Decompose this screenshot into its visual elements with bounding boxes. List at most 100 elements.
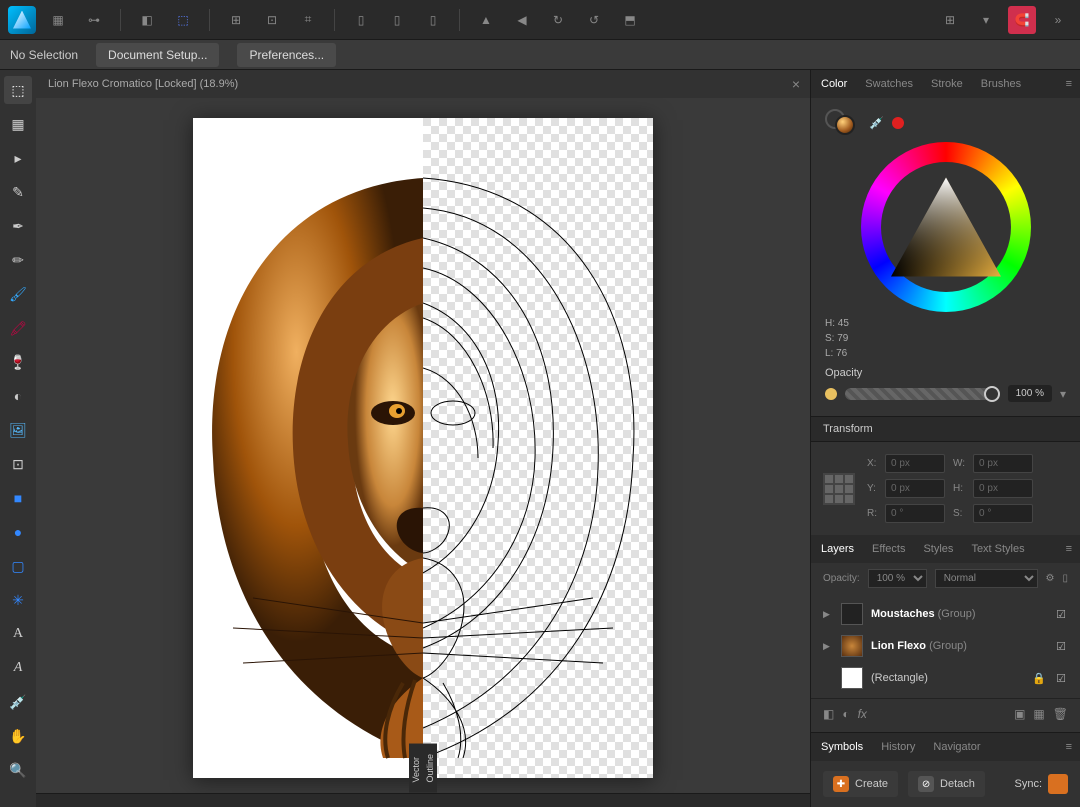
magnet-off-icon[interactable]: ▾ <box>972 6 1000 34</box>
rectangle-tool-icon[interactable]: ■ <box>4 484 32 512</box>
symbols-menu-icon[interactable]: ≡ <box>1066 741 1072 753</box>
opacity-value[interactable]: 100 % <box>1008 385 1052 402</box>
mask-icon[interactable]: ◧ <box>823 707 834 721</box>
move-tool-icon[interactable]: ⬚ <box>4 76 32 104</box>
persona-designer-icon[interactable]: ▦ <box>44 6 72 34</box>
corner-tool-icon[interactable]: ✎ <box>4 178 32 206</box>
flip-h-icon[interactable]: ▲ <box>472 6 500 34</box>
layer-row[interactable]: ▶Moustaches (Group)☑ <box>819 598 1072 630</box>
arrange-icon[interactable]: ⬒ <box>616 6 644 34</box>
brush-tool-icon[interactable]: 🖌 <box>4 280 32 308</box>
y-field[interactable] <box>885 479 945 498</box>
layer-opacity-select[interactable]: 100 % <box>868 569 927 588</box>
x-field[interactable] <box>885 454 945 473</box>
star-tool-icon[interactable]: ✳ <box>4 586 32 614</box>
anchor-selector[interactable] <box>823 473 855 505</box>
document-tab[interactable]: Lion Flexo Cromatico [Locked] (18.9%) × <box>36 70 810 98</box>
panel-menu-icon[interactable]: ≡ <box>1066 78 1072 90</box>
zoom-tool-icon[interactable]: 🔍 <box>4 756 32 784</box>
artboard-vector-side <box>193 118 423 778</box>
tab-history[interactable]: History <box>879 737 917 757</box>
color-wheel[interactable] <box>861 142 1031 312</box>
fill-stroke-swatch[interactable] <box>825 109 861 137</box>
artboard-tool-icon[interactable]: ▦ <box>4 110 32 138</box>
tools-panel: ⬚ ▦ ▸ ✎ ✒ ✏ 🖌 🖍 🍷 ◐ 🖼 ⊡ ■ ● ▢ ✳ A A 💉 ✋ … <box>0 70 36 807</box>
fill-tool-icon[interactable]: 🖍 <box>4 314 32 342</box>
opacity-label: Opacity <box>825 367 862 379</box>
flip-v-icon[interactable]: ◀ <box>508 6 536 34</box>
delete-layer-icon[interactable]: 🗑 <box>1053 707 1068 721</box>
ellipse-tool-icon[interactable]: ● <box>4 518 32 546</box>
rotate-cw-icon[interactable]: ↻ <box>544 6 572 34</box>
place-image-tool-icon[interactable]: 🖼 <box>4 416 32 444</box>
r-field[interactable] <box>885 504 945 523</box>
eyedropper-tool-icon[interactable]: 💉 <box>4 688 32 716</box>
text-tool-icon[interactable]: A <box>4 620 32 648</box>
grid-icon[interactable]: ⊞ <box>222 6 250 34</box>
add-pixel-layer-icon[interactable]: ▦ <box>1033 707 1044 721</box>
h-field[interactable] <box>973 479 1033 498</box>
tab-navigator[interactable]: Navigator <box>931 737 982 757</box>
layer-options-icon[interactable]: ▯ <box>1062 573 1068 584</box>
pan-tool-icon[interactable]: ✋ <box>4 722 32 750</box>
layers-panel: Opacity: 100 % Normal ⚙ ▯ ▶Moustaches (G… <box>811 563 1080 732</box>
layer-row[interactable]: ▶Lion Flexo (Group)☑ <box>819 630 1072 662</box>
tab-effects[interactable]: Effects <box>870 539 907 559</box>
pencil-tool-icon[interactable]: ✏ <box>4 246 32 274</box>
tab-brushes[interactable]: Brushes <box>979 74 1023 94</box>
tab-swatches[interactable]: Swatches <box>863 74 915 94</box>
transparency-tool-icon[interactable]: ◐ <box>4 382 32 410</box>
horizontal-scrollbar[interactable] <box>36 793 810 807</box>
persona-pixel-icon[interactable]: ⊶ <box>80 6 108 34</box>
tab-text-styles[interactable]: Text Styles <box>969 539 1026 559</box>
tab-layers[interactable]: Layers <box>819 539 856 559</box>
sync-toggle-icon[interactable] <box>1048 774 1068 794</box>
crop-tool-icon[interactable]: ⊡ <box>4 450 32 478</box>
opacity-dropdown-icon[interactable]: ▾ <box>1060 387 1066 401</box>
app-logo-icon <box>8 6 36 34</box>
opacity-slider[interactable] <box>845 388 1000 400</box>
rounded-rect-tool-icon[interactable]: ▢ <box>4 552 32 580</box>
layer-row[interactable]: (Rectangle) 🔒☑ <box>819 662 1072 694</box>
context-bar: No Selection Document Setup... Preferenc… <box>0 40 1080 70</box>
symbols-panel: Symbols History Navigator ≡ ✚Create ⊘Det… <box>811 732 1080 807</box>
frame-text-tool-icon[interactable]: A <box>4 654 32 682</box>
tab-symbols[interactable]: Symbols <box>819 737 865 757</box>
layers-menu-icon[interactable]: ≡ <box>1066 543 1072 555</box>
align-left-icon[interactable]: ▯ <box>347 6 375 34</box>
node-tool-icon[interactable]: ▸ <box>4 144 32 172</box>
color-sample-icon[interactable] <box>892 117 904 129</box>
layers-toggle-icon[interactable]: ⬚ <box>169 6 197 34</box>
pen-tool-icon[interactable]: ✒ <box>4 212 32 240</box>
layer-settings-icon[interactable]: ⚙ <box>1046 573 1055 584</box>
fx-icon[interactable]: fx <box>858 707 867 721</box>
color-panel-tabs: Color Swatches Stroke Brushes ≡ <box>811 70 1080 98</box>
overflow-icon[interactable]: » <box>1044 6 1072 34</box>
eyedropper-icon[interactable]: 💉 <box>869 116 884 130</box>
align-center-icon[interactable]: ▯ <box>383 6 411 34</box>
layers-panel-tabs: Layers Effects Styles Text Styles ≡ <box>811 535 1080 563</box>
document-setup-button[interactable]: Document Setup... <box>96 43 219 67</box>
align-right-icon[interactable]: ▯ <box>419 6 447 34</box>
transform-panel: X: W: Y: H: R: S: <box>811 442 1080 535</box>
snap-toggle-icon[interactable]: ⊞ <box>936 6 964 34</box>
detach-symbol-button[interactable]: ⊘Detach <box>908 771 985 797</box>
canvas-viewport[interactable]: Vector Outline <box>36 98 810 793</box>
guides-icon[interactable]: ⊡ <box>258 6 286 34</box>
view-mode-icon[interactable]: ◧ <box>133 6 161 34</box>
w-field[interactable] <box>973 454 1033 473</box>
tab-color[interactable]: Color <box>819 74 849 94</box>
tab-stroke[interactable]: Stroke <box>929 74 965 94</box>
layer-blend-select[interactable]: Normal <box>935 569 1038 588</box>
s-field[interactable] <box>973 504 1033 523</box>
adjustment-icon[interactable]: ◐ <box>842 707 849 721</box>
gradient-tool-icon[interactable]: 🍷 <box>4 348 32 376</box>
tab-styles[interactable]: Styles <box>921 539 955 559</box>
rotate-ccw-icon[interactable]: ↺ <box>580 6 608 34</box>
create-symbol-button[interactable]: ✚Create <box>823 771 898 797</box>
snapping-grid-icon[interactable]: ⌗ <box>294 6 322 34</box>
close-tab-icon[interactable]: × <box>792 76 800 92</box>
magnet-icon[interactable]: 🧲 <box>1008 6 1036 34</box>
preferences-button[interactable]: Preferences... <box>237 43 336 67</box>
add-layer-icon[interactable]: ▣ <box>1014 707 1025 721</box>
